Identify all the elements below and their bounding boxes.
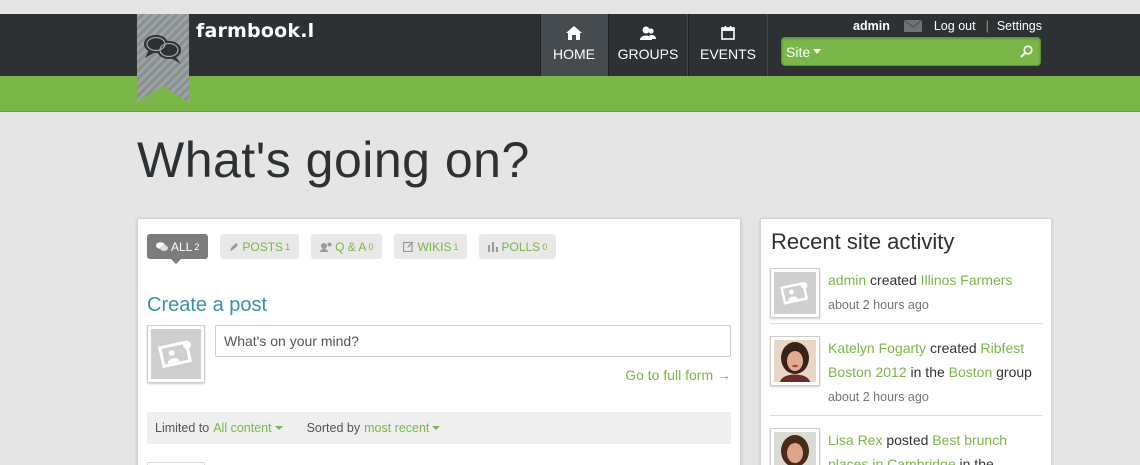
groups-icon (639, 24, 657, 42)
edit-icon (403, 241, 414, 252)
activity-item: admin created Illinos Farmers about 2 ho… (770, 268, 1043, 328)
activity-in-text: in the (959, 456, 994, 465)
filter-posts-label: POSTS (242, 239, 284, 254)
bar-chart-icon (488, 241, 499, 252)
avatar-placeholder-icon (774, 272, 816, 314)
nav-events[interactable]: EVENTS (688, 14, 768, 76)
recent-activity-title: Recent site activity (771, 229, 955, 254)
limited-to-dropdown[interactable]: All content (213, 421, 283, 435)
avatar[interactable] (770, 268, 820, 318)
user-name-link[interactable]: admin (853, 19, 890, 33)
nav-events-label: EVENTS (699, 46, 756, 62)
nav-groups-label: GROUPS (617, 46, 679, 62)
user-photo (774, 340, 816, 382)
sorted-by-dropdown[interactable]: most recent (364, 421, 441, 435)
activity-actor-link[interactable]: admin (828, 272, 866, 288)
sort-bar: Limited to All content Sorted by most re… (147, 412, 731, 444)
sorted-by-value: most recent (364, 421, 430, 435)
activity-text: Katelyn Fogarty created Ribfest Boston 2… (828, 336, 1043, 409)
full-form-link[interactable]: Go to full form → (625, 367, 731, 383)
user-links-separator: | (985, 19, 989, 33)
filter-posts[interactable]: POSTS 1 (220, 234, 300, 259)
sorted-by-label: Sorted by (306, 421, 361, 435)
filter-tabs: ALL 2 POSTS 1 Q & A 0 WIKIS 1 POLLS 0 (147, 234, 568, 264)
avatar-placeholder-icon (151, 329, 201, 379)
logo-ribbon[interactable] (137, 14, 189, 102)
activity-text: Lisa Rex posted Best brunch places in Ca… (828, 428, 1043, 465)
create-post-title: Create a post (147, 294, 268, 316)
brand-name[interactable]: farmbook.l (196, 20, 314, 42)
chevron-down-icon (813, 49, 822, 54)
activity-verb: created (929, 340, 977, 356)
activity-group-suffix: group (996, 364, 1032, 380)
activity-item: Katelyn Fogarty created Ribfest Boston 2… (770, 336, 1043, 416)
divider (770, 323, 1043, 324)
recent-activity-panel: Recent site activity admin created Illin… (760, 218, 1052, 465)
activity-group-link[interactable]: Boston (949, 364, 993, 380)
pencil-icon (229, 242, 239, 252)
search-bar: Site (781, 37, 1041, 66)
nav-home[interactable]: HOME (540, 14, 608, 76)
filter-all[interactable]: ALL 2 (147, 234, 209, 264)
activity-time: about 2 hours ago (828, 390, 929, 404)
activity-item: Lisa Rex posted Best brunch places in Ca… (770, 428, 1043, 465)
limited-to-label: Limited to (155, 421, 210, 435)
activity-actor-link[interactable]: Lisa Rex (828, 432, 882, 448)
activity-text: admin created Illinos Farmers about 2 ho… (828, 268, 1043, 317)
filter-wikis-count: 1 (453, 241, 459, 252)
settings-link[interactable]: Settings (997, 19, 1042, 33)
nav-groups[interactable]: GROUPS (608, 14, 688, 76)
search-icon[interactable] (1012, 45, 1040, 58)
post-composer-input[interactable] (215, 325, 731, 357)
filter-polls[interactable]: POLLS 0 (479, 234, 557, 259)
filter-polls-label: POLLS (501, 239, 541, 254)
main-nav: HOME GROUPS EVENTS (540, 14, 768, 76)
limited-to-value: All content (213, 421, 272, 435)
user-photo (774, 432, 816, 465)
activity-in-text: in the (910, 364, 945, 380)
filter-posts-count: 1 (285, 241, 291, 252)
filter-qa-count: 0 (368, 241, 374, 252)
mail-icon[interactable] (903, 20, 922, 32)
divider (770, 415, 1043, 416)
filter-all-count: 2 (194, 241, 200, 252)
home-icon (566, 24, 582, 42)
nav-home-label: HOME (553, 46, 595, 62)
avatar[interactable] (770, 428, 820, 465)
search-scope-label: Site (786, 43, 811, 60)
activity-verb: created (870, 272, 917, 288)
filter-wikis[interactable]: WIKIS 1 (394, 234, 468, 259)
search-input[interactable] (821, 44, 1012, 59)
activity-stream-card: ALL 2 POSTS 1 Q & A 0 WIKIS 1 POLLS 0 Cr… (137, 218, 741, 465)
comments-icon (156, 241, 168, 252)
qa-icon (320, 242, 332, 252)
chevron-down-icon (432, 426, 441, 430)
logo-icon (137, 14, 189, 102)
activity-verb: posted (886, 432, 929, 448)
activity-time: about 2 hours ago (828, 298, 929, 312)
calendar-icon (721, 24, 735, 42)
filter-all-label: ALL (171, 239, 193, 254)
user-links: admin Log out | Settings (853, 19, 1042, 33)
filter-wikis-label: WIKIS (417, 239, 452, 254)
activity-object-link[interactable]: Illinos Farmers (921, 272, 1013, 288)
logout-link[interactable]: Log out (934, 19, 976, 33)
avatar (147, 325, 205, 383)
search-scope-dropdown[interactable]: Site (782, 43, 822, 60)
filter-qa[interactable]: Q & A 0 (311, 234, 383, 259)
filter-polls-count: 0 (542, 241, 548, 252)
activity-actor-link[interactable]: Katelyn Fogarty (828, 340, 926, 356)
filter-qa-label: Q & A (335, 239, 367, 254)
avatar[interactable] (770, 336, 820, 386)
chevron-down-icon (274, 426, 283, 430)
page-title: What's going on? (137, 132, 530, 188)
